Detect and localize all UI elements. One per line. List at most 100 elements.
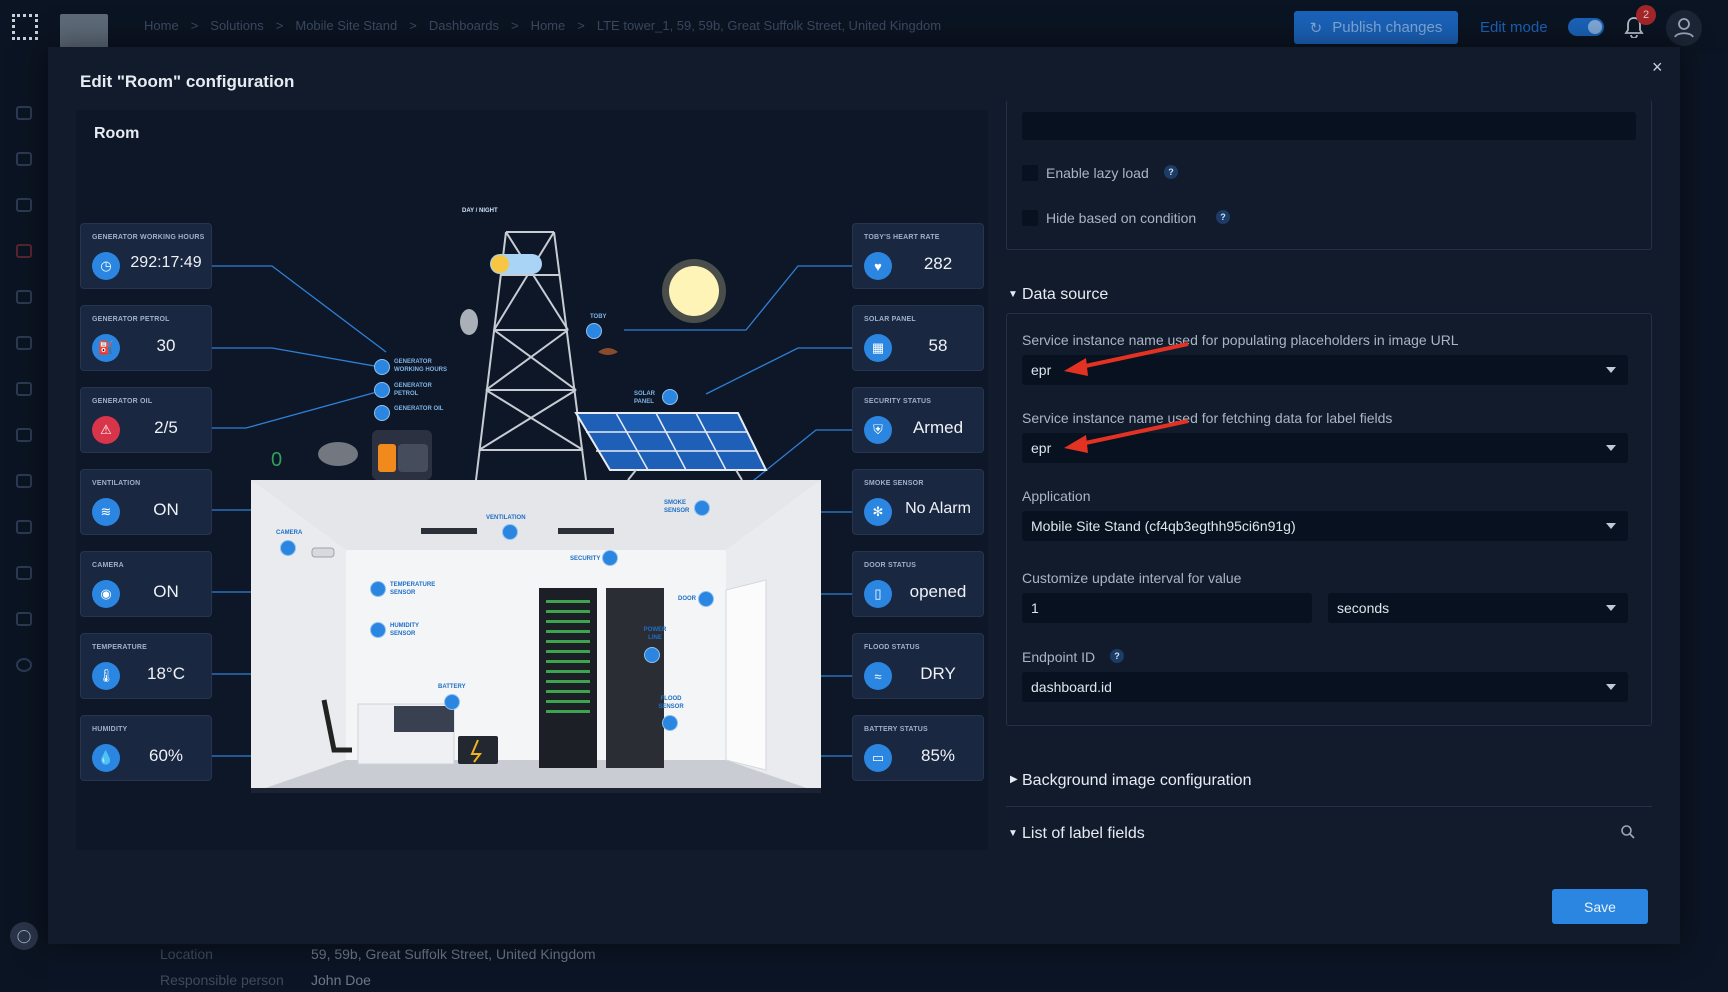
flood-sensor-hotspot[interactable] xyxy=(662,715,678,731)
oil-icon: ⚠ xyxy=(92,416,120,444)
integrations-nav-icon[interactable] xyxy=(16,382,32,396)
card-value: No Alarm xyxy=(905,500,971,517)
breadcrumb-item[interactable]: Home xyxy=(144,18,179,33)
heart-rate-card[interactable]: TOBY'S HEART RATE ♥ 282 xyxy=(852,223,984,289)
wave-icon: ≈ xyxy=(864,662,892,690)
clock-icon: ◷ xyxy=(92,252,120,280)
breadcrumb-item[interactable]: Home xyxy=(531,18,566,33)
application-select[interactable]: Mobile Site Stand (cf4qb3egthh95ci6n91g) xyxy=(1022,511,1628,541)
responsible-person-value: John Doe xyxy=(311,972,371,988)
breadcrumb-item[interactable]: Mobile Site Stand xyxy=(295,18,397,33)
solar-panel-card[interactable]: SOLAR PANEL ▦ 58 xyxy=(852,305,984,371)
interval-unit-select[interactable]: seconds xyxy=(1328,593,1628,623)
smoke-sensor-hotspot[interactable] xyxy=(694,500,710,516)
breadcrumb-item[interactable]: Dashboards xyxy=(429,18,499,33)
temperature-card[interactable]: TEMPERATURE 🌡 18°C xyxy=(80,633,212,699)
humidity-card[interactable]: HUMIDITY 💧 60% xyxy=(80,715,212,781)
generator-oil-card[interactable]: GENERATOR OIL ⚠ 2/5 xyxy=(80,387,212,453)
generator-hours-card[interactable]: GENERATOR WORKING HOURS ◷ 292:17:49 xyxy=(80,223,212,289)
card-label: SECURITY STATUS xyxy=(864,398,932,405)
generator-oil-hotspot[interactable] xyxy=(374,405,390,421)
chevron-down-icon[interactable]: ▼ xyxy=(1008,828,1018,839)
battery-status-card[interactable]: BATTERY STATUS ▭ 85% xyxy=(852,715,984,781)
toby-hotspot[interactable] xyxy=(586,323,602,339)
label-fields-title[interactable]: List of label fields xyxy=(1022,825,1145,843)
flood-status-card[interactable]: FLOOD STATUS ≈ DRY xyxy=(852,633,984,699)
smoke-sensor-card[interactable]: SMOKE SENSOR ✻ No Alarm xyxy=(852,469,984,535)
publish-changes-button[interactable]: ↻ Publish changes xyxy=(1294,11,1458,44)
notification-badge: 2 xyxy=(1636,5,1656,25)
layers-nav-icon[interactable] xyxy=(16,244,32,258)
camera-hotspot[interactable] xyxy=(280,540,296,556)
chevron-down-icon xyxy=(1606,605,1616,611)
interval-input[interactable]: 1 xyxy=(1022,593,1312,623)
temperature-sensor-hotspot[interactable] xyxy=(370,581,386,597)
humidity-sensor-hotspot[interactable] xyxy=(370,622,386,638)
card-value: 292:17:49 xyxy=(130,254,202,271)
breadcrumb-item[interactable]: Solutions xyxy=(210,18,263,33)
solar-panel-hotspot[interactable] xyxy=(662,389,678,405)
reports-nav-icon[interactable] xyxy=(16,474,32,488)
room-preview: Room 0 DAY / NIGHT TOBY GENERATOR WORKIN… xyxy=(76,110,988,850)
site-logo xyxy=(60,14,108,48)
security-status-card[interactable]: SECURITY STATUS ⛨ Armed xyxy=(852,387,984,453)
code-nav-icon[interactable] xyxy=(16,198,32,212)
power-line-hotspot[interactable] xyxy=(644,647,660,663)
generator-hours-hotspot[interactable] xyxy=(374,359,390,375)
help-icon[interactable]: ? xyxy=(1110,649,1124,663)
generator-petrol-card[interactable]: GENERATOR PETROL ⛽ 30 xyxy=(80,305,212,371)
card-value: 58 xyxy=(928,336,948,355)
responsible-person-label: Responsible person xyxy=(160,972,284,988)
humidity-sensor-label: HUMIDITY SENSOR xyxy=(390,623,419,637)
battery-hotspot[interactable] xyxy=(444,694,460,710)
close-icon[interactable]: × xyxy=(1652,57,1663,78)
brand-icon[interactable] xyxy=(12,14,38,40)
lazy-load-checkbox[interactable] xyxy=(1022,165,1038,181)
hide-condition-checkbox[interactable] xyxy=(1022,210,1038,226)
door-label: DOOR xyxy=(678,596,696,602)
users-nav-icon[interactable] xyxy=(16,428,32,442)
door-status-card[interactable]: DOOR STATUS ▯ opened xyxy=(852,551,984,617)
breadcrumb-item[interactable]: LTE tower_1, 59, 59b, Great Suffolk Stre… xyxy=(597,18,941,33)
chevron-down-icon[interactable]: ▼ xyxy=(1008,289,1018,300)
edit-mode-toggle[interactable] xyxy=(1568,18,1604,36)
chevron-right-icon[interactable]: ▶ xyxy=(1010,774,1018,785)
droplet-icon: 💧 xyxy=(92,744,120,772)
endpoint-select[interactable]: dashboard.id xyxy=(1022,672,1628,702)
top-text-input[interactable] xyxy=(1022,112,1636,140)
application-value: Mobile Site Stand (cf4qb3egthh95ci6n91g) xyxy=(1031,518,1296,534)
left-nav-rail xyxy=(0,54,48,992)
apps-nav-icon[interactable] xyxy=(16,152,32,166)
save-button[interactable]: Save xyxy=(1552,889,1648,924)
camera-card[interactable]: CAMERA ◉ ON xyxy=(80,551,212,617)
user-menu-button[interactable] xyxy=(1666,10,1702,46)
alerts-nav-icon[interactable] xyxy=(16,336,32,350)
dashboard-nav-icon[interactable] xyxy=(16,106,32,120)
widgets-nav-icon[interactable] xyxy=(16,612,32,626)
camera-icon: ◉ xyxy=(92,580,120,608)
card-label: TEMPERATURE xyxy=(92,644,147,651)
solar-panel-label: SOLAR PANEL xyxy=(634,391,655,405)
chevron-right-icon: > xyxy=(510,18,519,33)
edit-mode-label: Edit mode xyxy=(1480,19,1548,36)
analytics-nav-icon[interactable] xyxy=(16,290,32,304)
ventilation-card[interactable]: VENTILATION ≋ ON xyxy=(80,469,212,535)
service-image-value: epr xyxy=(1031,362,1052,378)
help-nav-icon[interactable] xyxy=(16,658,32,672)
generator-hours-label: GENERATOR WORKING HOURS xyxy=(394,359,447,373)
solar-icon: ▦ xyxy=(864,334,892,362)
data-source-title[interactable]: Data source xyxy=(1022,286,1108,304)
settings-nav-icon[interactable] xyxy=(16,566,32,580)
help-icon[interactable]: ? xyxy=(1164,165,1178,179)
ventilation-hotspot[interactable] xyxy=(502,524,518,540)
files-nav-icon[interactable] xyxy=(16,520,32,534)
background-image-title[interactable]: Background image configuration xyxy=(1022,772,1251,790)
help-icon[interactable]: ? xyxy=(1216,210,1230,224)
chat-icon: ◯ xyxy=(16,928,32,943)
endpoint-value: dashboard.id xyxy=(1031,679,1112,695)
security-hotspot[interactable] xyxy=(602,550,618,566)
search-icon[interactable] xyxy=(1620,824,1636,840)
door-hotspot[interactable] xyxy=(698,591,714,607)
generator-petrol-hotspot[interactable] xyxy=(374,382,390,398)
chat-button[interactable]: ◯ xyxy=(10,922,38,950)
